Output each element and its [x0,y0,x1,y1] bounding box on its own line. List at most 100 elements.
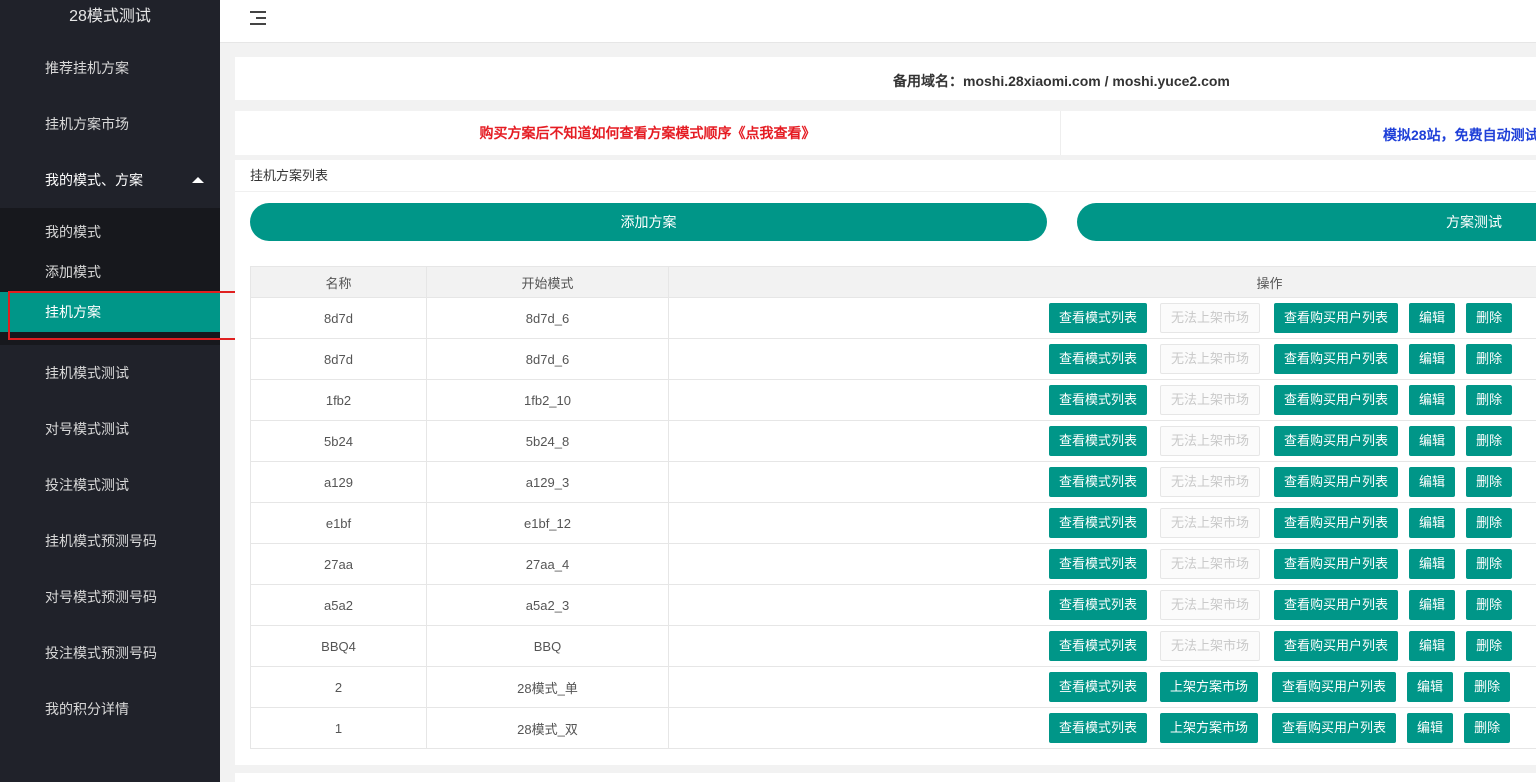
delete-button[interactable]: 删除 [1466,508,1513,538]
sidebar-subitem-add-mode[interactable]: 添加模式 [0,252,220,292]
cannot-list-market-button[interactable]: 无法上架市场 [1160,344,1261,374]
delete-button[interactable]: 删除 [1466,426,1513,456]
sidebar-item-bet-mode-test[interactable]: 投注模式测试 [0,457,220,513]
cell-start-mode: e1bf_12 [426,502,669,544]
view-mode-list-button[interactable]: 查看模式列表 [1049,303,1148,333]
table-row: e1bf e1bf_12 查看模式列表 无法上架市场 查看购买用户列表 编辑 删除 [250,502,1536,544]
sidebar-subitem-label: 我的模式 [45,224,101,240]
view-mode-list-button[interactable]: 查看模式列表 [1049,467,1148,497]
delete-button[interactable]: 删除 [1466,303,1513,333]
view-buyers-button[interactable]: 查看购买用户列表 [1274,631,1399,661]
table-row: 5b24 5b24_8 查看模式列表 无法上架市场 查看购买用户列表 编辑 删除 [250,420,1536,462]
view-mode-list-button[interactable]: 查看模式列表 [1049,590,1148,620]
list-to-market-button[interactable]: 上架方案市场 [1160,713,1259,743]
sidebar-item-my-modes-plans[interactable]: 我的模式、方案 [0,152,220,208]
delete-button[interactable]: 删除 [1466,385,1513,415]
cell-plan-name: 27aa [250,543,427,585]
view-buyers-button[interactable]: 查看购买用户列表 [1274,344,1399,374]
view-buyers-button[interactable]: 查看购买用户列表 [1274,508,1399,538]
cannot-list-market-button[interactable]: 无法上架市场 [1160,549,1261,579]
plan-list-card: 挂机方案列表 添加方案 方案测试 名称 开始模式 操作 8d7d 8d7d_6 查看… [235,160,1536,765]
caret-up-icon [192,177,204,183]
list-to-market-button[interactable]: 上架方案市场 [1160,672,1259,702]
view-mode-list-button[interactable]: 查看模式列表 [1049,508,1148,538]
cannot-list-market-button[interactable]: 无法上架市场 [1160,508,1261,538]
view-buyers-button[interactable]: 查看购买用户列表 [1274,303,1399,333]
sidebar: 28模式测试 推荐挂机方案 挂机方案市场 我的模式、方案 我的模式 添加模式 挂… [0,0,220,782]
cell-plan-name: 8d7d [250,338,427,380]
edit-button[interactable]: 编辑 [1409,426,1456,456]
sidebar-item-match-mode-prediction[interactable]: 对号模式预测号码 [0,569,220,625]
view-buyers-button[interactable]: 查看购买用户列表 [1272,713,1397,743]
view-buyers-button[interactable]: 查看购买用户列表 [1274,467,1399,497]
notice-card: 购买方案后不知道如何查看方案模式顺序《点我查看》 模拟28站，免费自动测试 [235,111,1536,155]
cannot-list-market-button[interactable]: 无法上架市场 [1160,385,1261,415]
view-buyers-button[interactable]: 查看购买用户列表 [1274,549,1399,579]
view-mode-list-button[interactable]: 查看模式列表 [1049,549,1148,579]
table-row: BBQ4 BBQ 查看模式列表 无法上架市场 查看购买用户列表 编辑 删除 [250,625,1536,667]
table-row: 2 28模式_单 查看模式列表 上架方案市场 查看购买用户列表 编辑 删除 [250,666,1536,708]
sidebar-item-plan-market[interactable]: 挂机方案市场 [0,96,220,152]
table-row: 1fb2 1fb2_10 查看模式列表 无法上架市场 查看购买用户列表 编辑 删除 [250,379,1536,421]
actions-group: 查看模式列表 无法上架市场 查看购买用户列表 编辑 删除 [1049,590,1523,620]
delete-button[interactable]: 删除 [1464,713,1511,743]
table-row: 8d7d 8d7d_6 查看模式列表 无法上架市场 查看购买用户列表 编辑 删除 [250,297,1536,339]
cell-plan-name: 1 [250,707,427,749]
view-mode-list-button[interactable]: 查看模式列表 [1049,426,1148,456]
delete-button[interactable]: 删除 [1466,467,1513,497]
delete-button[interactable]: 删除 [1466,631,1513,661]
cell-start-mode: 1fb2_10 [426,379,669,421]
cannot-list-market-button[interactable]: 无法上架市场 [1160,303,1261,333]
cell-start-mode: a129_3 [426,461,669,503]
plan-test-button[interactable]: 方案测试 [1077,203,1536,241]
delete-button[interactable]: 删除 [1464,672,1511,702]
edit-button[interactable]: 编辑 [1409,344,1456,374]
edit-button[interactable]: 编辑 [1409,590,1456,620]
actions-group: 查看模式列表 无法上架市场 查看购买用户列表 编辑 删除 [1049,426,1523,456]
cannot-list-market-button[interactable]: 无法上架市场 [1160,631,1261,661]
edit-button[interactable]: 编辑 [1407,713,1454,743]
view-buyers-button[interactable]: 查看购买用户列表 [1274,426,1399,456]
sidebar-item-recommended-plans[interactable]: 推荐挂机方案 [0,40,220,96]
indent-menu-icon[interactable] [250,11,266,25]
delete-button[interactable]: 删除 [1466,549,1513,579]
actions-group: 查看模式列表 无法上架市场 查看购买用户列表 编辑 删除 [1049,385,1523,415]
edit-button[interactable]: 编辑 [1407,672,1454,702]
notice-link-how-to-view[interactable]: 购买方案后不知道如何查看方案模式顺序《点我查看》 [480,125,816,141]
view-mode-list-button[interactable]: 查看模式列表 [1049,344,1148,374]
edit-button[interactable]: 编辑 [1409,385,1456,415]
cannot-list-market-button[interactable]: 无法上架市场 [1160,467,1261,497]
cannot-list-market-button[interactable]: 无法上架市场 [1160,426,1261,456]
view-mode-list-button[interactable]: 查看模式列表 [1049,631,1148,661]
view-buyers-button[interactable]: 查看购买用户列表 [1274,385,1399,415]
sidebar-item-hang-mode-test[interactable]: 挂机模式测试 [0,345,220,401]
sidebar-subitem-my-modes[interactable]: 我的模式 [0,212,220,252]
delete-button[interactable]: 删除 [1466,344,1513,374]
sidebar-subitem-hang-plans[interactable]: 挂机方案 [0,292,220,332]
edit-button[interactable]: 编辑 [1409,467,1456,497]
cell-start-mode: 5b24_8 [426,420,669,462]
actions-group: 查看模式列表 上架方案市场 查看购买用户列表 编辑 删除 [1049,713,1521,743]
edit-button[interactable]: 编辑 [1409,508,1456,538]
edit-button[interactable]: 编辑 [1409,549,1456,579]
sidebar-item-label: 推荐挂机方案 [45,60,129,76]
cell-actions: 查看模式列表 上架方案市场 查看购买用户列表 编辑 删除 [668,666,1536,708]
sidebar-item-hang-mode-prediction[interactable]: 挂机模式预测号码 [0,513,220,569]
edit-button[interactable]: 编辑 [1409,631,1456,661]
actions-group: 查看模式列表 上架方案市场 查看购买用户列表 编辑 删除 [1049,672,1521,702]
edit-button[interactable]: 编辑 [1409,303,1456,333]
view-mode-list-button[interactable]: 查看模式列表 [1049,672,1148,702]
cannot-list-market-button[interactable]: 无法上架市场 [1160,590,1261,620]
add-plan-button[interactable]: 添加方案 [250,203,1047,241]
view-mode-list-button[interactable]: 查看模式列表 [1049,713,1148,743]
view-mode-list-button[interactable]: 查看模式列表 [1049,385,1148,415]
sidebar-item-match-mode-test[interactable]: 对号模式测试 [0,401,220,457]
sidebar-item-bet-mode-prediction[interactable]: 投注模式预测号码 [0,625,220,681]
view-buyers-button[interactable]: 查看购买用户列表 [1274,590,1399,620]
actions-group: 查看模式列表 无法上架市场 查看购买用户列表 编辑 删除 [1049,467,1523,497]
view-buyers-button[interactable]: 查看购买用户列表 [1272,672,1397,702]
bottom-card [235,773,1536,782]
sidebar-item-points-detail[interactable]: 我的积分详情 [0,681,220,737]
delete-button[interactable]: 删除 [1466,590,1513,620]
notice-link-simulation[interactable]: 模拟28站，免费自动测试 [1383,125,1536,145]
